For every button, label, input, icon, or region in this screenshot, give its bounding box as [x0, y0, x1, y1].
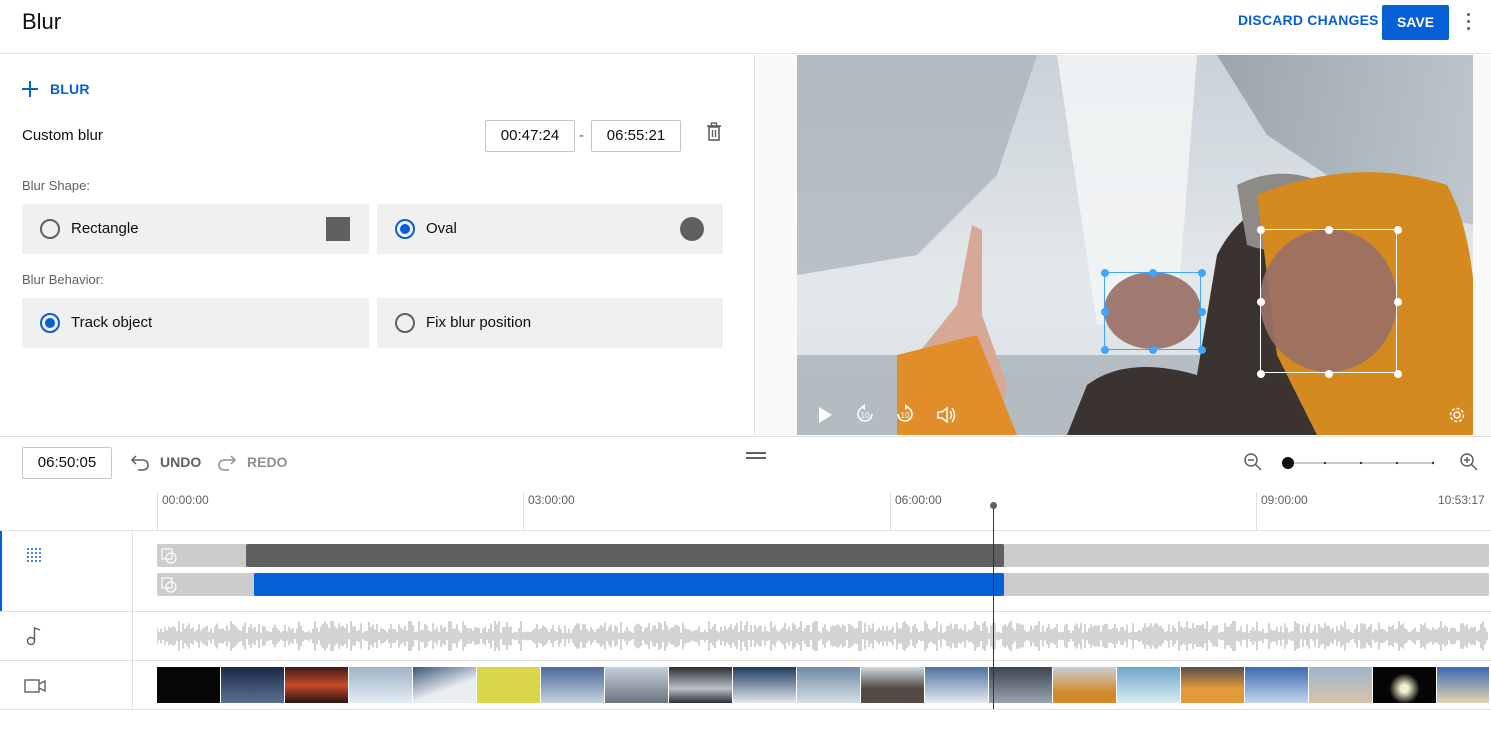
- audio-waveform[interactable]: [157, 621, 1489, 651]
- video-preview[interactable]: 10 10: [797, 55, 1473, 435]
- shape-option-rectangle[interactable]: Rectangle: [22, 204, 369, 254]
- page-title: Blur: [22, 9, 62, 34]
- blur-track-header[interactable]: [0, 531, 133, 611]
- radio-button-checked[interactable]: [40, 313, 60, 333]
- ruler-label: 03:00:00: [528, 493, 575, 507]
- plus-icon: [22, 81, 38, 97]
- blur-start-time-input[interactable]: 00:47:24: [485, 120, 575, 152]
- svg-text:10: 10: [861, 411, 870, 420]
- drag-handle-icon[interactable]: [746, 452, 766, 460]
- volume-icon[interactable]: [936, 406, 958, 424]
- blur-shape-icon: [161, 577, 177, 593]
- rewind-10-icon[interactable]: 10: [855, 404, 875, 424]
- video-track-icon: [24, 679, 46, 693]
- radio-button-unchecked[interactable]: [395, 313, 415, 333]
- behavior-option-fix-position[interactable]: Fix blur position: [377, 298, 723, 348]
- resize-handle[interactable]: [1394, 370, 1402, 378]
- undo-icon: [130, 455, 149, 471]
- more-vert-icon[interactable]: [1460, 10, 1478, 34]
- behavior-option-track-object[interactable]: Track object: [22, 298, 369, 348]
- resize-handle[interactable]: [1101, 269, 1109, 277]
- redo-label: REDO: [247, 454, 288, 470]
- resize-handle[interactable]: [1101, 308, 1109, 316]
- behavior-option-label: Track object: [71, 314, 153, 331]
- blur-box[interactable]: [1257, 226, 1402, 378]
- resize-handle[interactable]: [1198, 269, 1206, 277]
- shape-option-oval[interactable]: Oval: [377, 204, 723, 254]
- redo-icon: [218, 455, 237, 471]
- forward-10-icon[interactable]: 10: [895, 404, 915, 424]
- resize-handle[interactable]: [1394, 226, 1402, 234]
- time-range-separator: -: [579, 127, 584, 144]
- blur-shape-label: Blur Shape:: [22, 178, 90, 193]
- audio-track: [0, 611, 1491, 660]
- ruler-label: 00:00:00: [162, 493, 209, 507]
- playhead[interactable]: [990, 502, 997, 709]
- add-blur-button[interactable]: BLUR: [22, 80, 90, 98]
- resize-handle[interactable]: [1325, 370, 1333, 378]
- redo-button[interactable]: REDO: [217, 452, 287, 472]
- resize-handle[interactable]: [1149, 269, 1157, 277]
- blur-segment-2-selected[interactable]: [254, 573, 1004, 596]
- settings-icon[interactable]: [1448, 406, 1466, 424]
- audio-track-icon: [26, 627, 41, 646]
- delete-icon[interactable]: [706, 122, 722, 142]
- shape-option-label: Rectangle: [71, 220, 139, 237]
- ruler-label: 10:53:17: [1438, 493, 1485, 507]
- resize-handle[interactable]: [1101, 346, 1109, 354]
- current-time-input[interactable]: 06:50:05: [22, 447, 112, 479]
- zoom-in-icon[interactable]: [1459, 452, 1479, 472]
- resize-handle[interactable]: [1325, 226, 1333, 234]
- resize-handle[interactable]: [1257, 226, 1265, 234]
- zoom-out-icon[interactable]: [1243, 452, 1263, 472]
- resize-handle[interactable]: [1149, 346, 1157, 354]
- radio-button-unchecked[interactable]: [40, 219, 60, 239]
- oval-shape-icon: [680, 217, 704, 241]
- blur-shape-icon: [161, 548, 177, 564]
- resize-handle[interactable]: [1198, 308, 1206, 316]
- blur-selection-box[interactable]: [1101, 269, 1206, 354]
- radio-button-checked[interactable]: [395, 219, 415, 239]
- resize-handle[interactable]: [1198, 346, 1206, 354]
- ruler-label: 09:00:00: [1261, 493, 1308, 507]
- blur-behavior-label: Blur Behavior:: [22, 272, 104, 287]
- blur-segment-1[interactable]: [246, 544, 1004, 567]
- timeline-toolbar: 06:50:05 UNDO REDO: [0, 436, 1491, 486]
- blur-track-icon: [27, 548, 41, 562]
- audio-track-header[interactable]: [0, 612, 133, 660]
- video-track-header[interactable]: [0, 661, 133, 709]
- behavior-option-label: Fix blur position: [426, 314, 532, 331]
- save-button[interactable]: SAVE: [1382, 5, 1449, 40]
- resize-handle[interactable]: [1257, 298, 1265, 306]
- blur-track: [0, 530, 1491, 611]
- svg-text:10: 10: [901, 411, 910, 420]
- discard-changes-button[interactable]: DISCARD CHANGES: [1230, 12, 1387, 32]
- video-thumbnail-strip[interactable]: [157, 667, 1489, 703]
- undo-label: UNDO: [160, 454, 202, 470]
- rectangle-shape-icon: [326, 217, 350, 241]
- zoom-slider[interactable]: [1282, 457, 1434, 469]
- zoom-slider-thumb[interactable]: [1282, 457, 1294, 469]
- header: Blur DISCARD CHANGES SAVE: [0, 0, 1491, 54]
- play-icon[interactable]: [817, 406, 833, 424]
- timeline-ruler[interactable]: 00:00:00 03:00:00 06:00:00 09:00:00 10:5…: [157, 486, 1491, 530]
- resize-handle[interactable]: [1257, 370, 1265, 378]
- resize-handle[interactable]: [1394, 298, 1402, 306]
- blur-end-time-input[interactable]: 06:55:21: [591, 120, 681, 152]
- shape-option-label: Oval: [426, 220, 457, 237]
- ruler-label: 06:00:00: [895, 493, 942, 507]
- add-blur-label: BLUR: [50, 81, 90, 97]
- blur-item-name: Custom blur: [22, 127, 103, 144]
- undo-button[interactable]: UNDO: [130, 452, 201, 472]
- blur-editor-panel: BLUR Custom blur 00:47:24 - 06:55:21 Blu…: [0, 55, 755, 435]
